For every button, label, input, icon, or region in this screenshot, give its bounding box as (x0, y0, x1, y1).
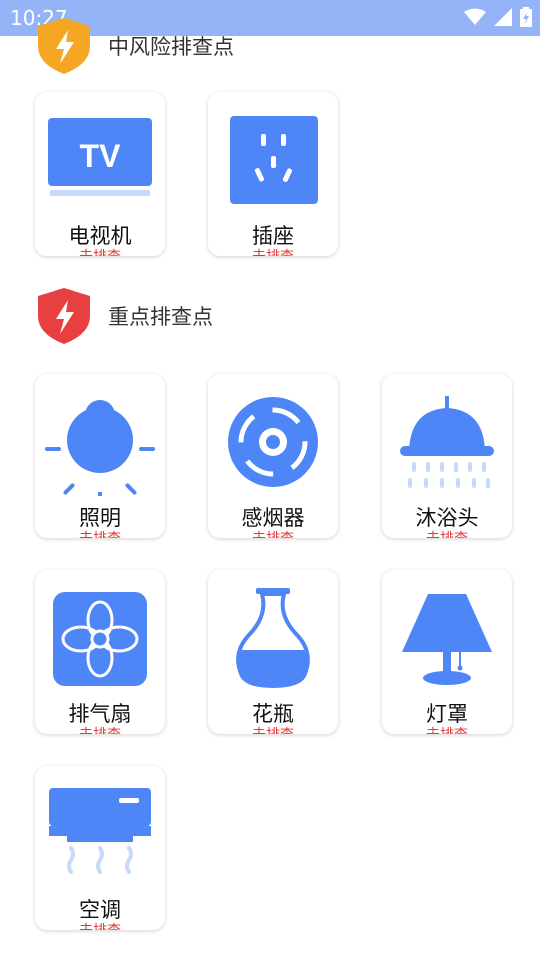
check-item-air-conditioner[interactable]: 空调 未排查 (35, 766, 165, 930)
item-status: 未排查 (382, 528, 512, 538)
lamp-icon (402, 594, 492, 685)
wifi-icon (464, 8, 486, 25)
check-item-shower[interactable]: 沐浴头 未排查 (382, 374, 512, 538)
smoke-detector-icon (228, 397, 318, 487)
battery-icon (520, 7, 532, 27)
check-item-lampshade[interactable]: 灯罩 未排查 (382, 570, 512, 734)
item-status: 未排查 (35, 246, 165, 256)
check-item-tv[interactable]: TV 电视机 未排查 (35, 92, 165, 256)
check-item-smoke-detector[interactable]: 感烟器 未排查 (208, 374, 338, 538)
item-status: 未排查 (208, 246, 338, 256)
shower-icon (400, 396, 494, 488)
item-status: 未排查 (208, 528, 338, 538)
svg-text:TV: TV (80, 138, 122, 174)
shield-medium-risk-icon (38, 18, 90, 74)
section-title: 中风险排查点 (108, 35, 234, 59)
exhaust-fan-icon (53, 592, 147, 686)
item-status: 未排查 (382, 724, 512, 734)
bulb-icon (45, 400, 155, 496)
check-item-vase[interactable]: 花瓶 未排查 (208, 570, 338, 734)
section-title: 重点排查点 (108, 305, 213, 329)
shield-high-risk-icon (38, 288, 90, 344)
check-item-lighting[interactable]: 照明 未排查 (35, 374, 165, 538)
signal-icon (494, 8, 512, 26)
item-status: 未排查 (208, 724, 338, 734)
vase-icon (236, 588, 310, 689)
item-status: 未排查 (35, 528, 165, 538)
item-status: 未排查 (35, 724, 165, 734)
tv-icon: TV (48, 118, 152, 196)
air-conditioner-icon (49, 788, 151, 874)
item-status: 未排查 (35, 920, 165, 930)
check-item-socket[interactable]: 插座 未排查 (208, 92, 338, 256)
check-item-exhaust-fan[interactable]: 排气扇 未排查 (35, 570, 165, 734)
socket-icon (230, 116, 318, 204)
